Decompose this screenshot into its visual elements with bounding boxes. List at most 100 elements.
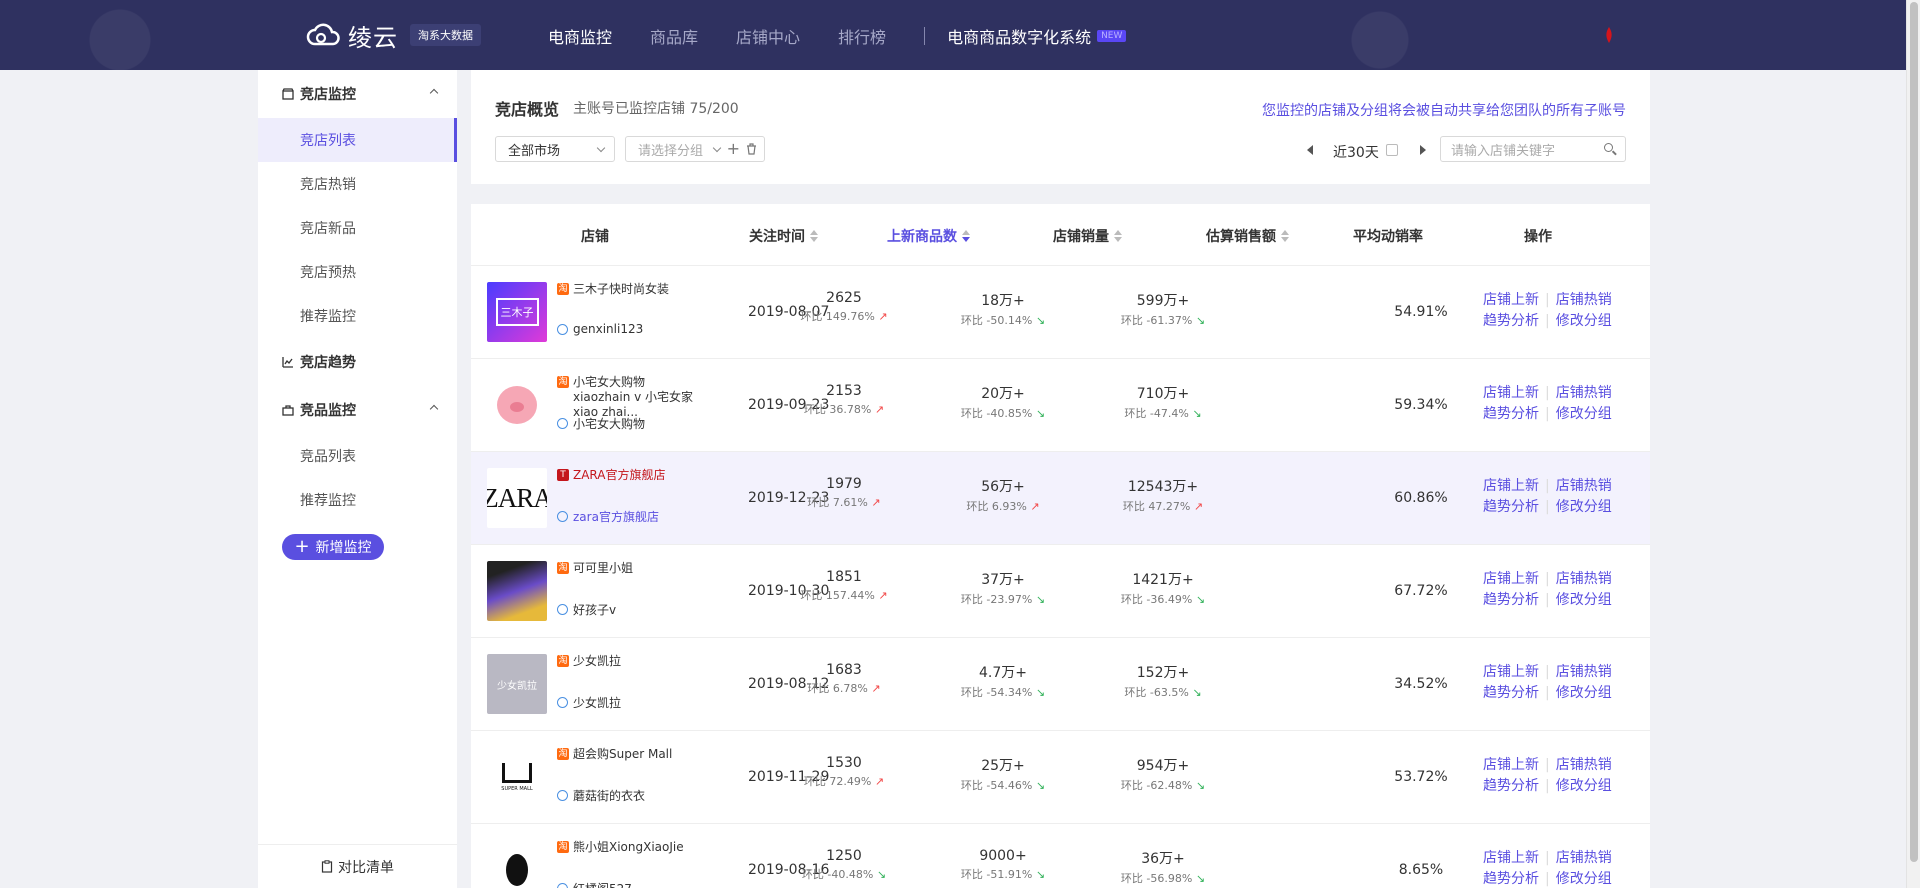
table-row[interactable]: 淘可可里小姐 好孩子v 2019-10-30 1851 环比 157.44% ↗ 37万+…: [471, 545, 1650, 638]
col-shop-sales[interactable]: 店铺销量: [1053, 226, 1122, 246]
shop-name[interactable]: 淘可可里小姐: [557, 561, 705, 576]
shop-new-link[interactable]: 店铺上新: [1483, 664, 1539, 680]
table-row[interactable]: ZARA T ZARA官方旗舰店 zara官方旗舰店 2019-12-23 1979 环比 …: [471, 452, 1650, 545]
edit-group-link[interactable]: 修改分组: [1556, 499, 1612, 515]
sort-desc-icon[interactable]: [962, 230, 970, 242]
sidebar-item-product-recommend[interactable]: 推荐监控: [258, 478, 457, 522]
trend-analysis-link[interactable]: 趋势分析: [1483, 592, 1539, 608]
shop-name[interactable]: 淘熊小姐XiongXiaoJie: [557, 840, 705, 855]
wangwang-icon[interactable]: [557, 697, 568, 708]
page-scrollbar[interactable]: [1906, 0, 1920, 888]
shop-logo[interactable]: [487, 840, 547, 888]
sidebar-item-product-list[interactable]: 竞品列表: [258, 434, 457, 478]
sort-icon[interactable]: [1281, 230, 1289, 242]
add-group-icon[interactable]: +: [727, 139, 740, 158]
edit-group-link[interactable]: 修改分组: [1556, 871, 1612, 887]
chevron-up-icon[interactable]: [429, 88, 439, 98]
trend-analysis-link[interactable]: 趋势分析: [1483, 871, 1539, 887]
table-row[interactable]: SUPER MALL 淘超会购Super Mall 蘑菇街的衣衣 2019-11-29…: [471, 731, 1650, 824]
edit-group-link[interactable]: 修改分组: [1556, 313, 1612, 329]
trend-analysis-link[interactable]: 趋势分析: [1483, 406, 1539, 422]
edit-group-link[interactable]: 修改分组: [1556, 406, 1612, 422]
notification-icon[interactable]: [1604, 26, 1614, 44]
sidebar-group-product-monitor[interactable]: 竞品监控: [258, 386, 457, 434]
col-follow-time[interactable]: 关注时间: [749, 226, 818, 246]
nav-ranking[interactable]: 排行榜: [838, 24, 886, 48]
sidebar-item-recommend-monitor[interactable]: 推荐监控: [258, 294, 457, 338]
shop-new-link[interactable]: 店铺上新: [1483, 385, 1539, 401]
shop-logo[interactable]: ZARA: [487, 468, 547, 528]
nav-ecommerce-monitor[interactable]: 电商监控: [548, 24, 612, 48]
shop-logo[interactable]: [487, 561, 547, 621]
shop-hot-link[interactable]: 店铺热销: [1556, 850, 1612, 866]
col-new-products[interactable]: 上新商品数: [887, 226, 970, 246]
sidebar-group-shop-trend[interactable]: 竞店趋势: [258, 338, 457, 386]
trash-icon[interactable]: [746, 143, 757, 155]
wangwang-icon[interactable]: [557, 323, 568, 335]
wangwang-icon[interactable]: [557, 511, 568, 522]
market-select[interactable]: 全部市场: [495, 136, 615, 162]
trend-analysis-link[interactable]: 趋势分析: [1483, 685, 1539, 701]
add-monitor-button[interactable]: + 新增监控: [282, 534, 384, 560]
calendar-icon[interactable]: [1386, 144, 1398, 156]
shop-name[interactable]: 淘少女凯拉: [557, 654, 705, 669]
shop-hot-link[interactable]: 店铺热销: [1556, 478, 1612, 494]
shop-name[interactable]: 淘超会购Super Mall: [557, 747, 705, 762]
shop-name[interactable]: 淘小宅女大购物 xiaozhain v 小宅女家 xiao zhai...: [557, 375, 705, 420]
trend-analysis-link[interactable]: 趋势分析: [1483, 778, 1539, 794]
scrollbar-thumb[interactable]: [1910, 2, 1918, 862]
wangwang-icon[interactable]: [557, 418, 568, 429]
shop-logo[interactable]: 少女凯拉: [487, 654, 547, 714]
shop-name[interactable]: 淘三木子快时尚女装: [557, 282, 705, 297]
shop-hot-link[interactable]: 店铺热销: [1556, 664, 1612, 680]
edit-group-link[interactable]: 修改分组: [1556, 685, 1612, 701]
trend-analysis-link[interactable]: 趋势分析: [1483, 313, 1539, 329]
chevron-up-icon[interactable]: [429, 404, 439, 414]
shop-new-link[interactable]: 店铺上新: [1483, 850, 1539, 866]
plus-icon: +: [294, 536, 310, 557]
prev-range-icon[interactable]: [1307, 145, 1313, 155]
shop-new-link[interactable]: 店铺上新: [1483, 757, 1539, 773]
sidebar-item-shop-hot[interactable]: 竞店热销: [258, 162, 457, 206]
wangwang-icon[interactable]: [557, 604, 568, 615]
shop-new-link[interactable]: 店铺上新: [1483, 292, 1539, 308]
shop-hot-link[interactable]: 店铺热销: [1556, 571, 1612, 587]
shop-name[interactable]: T ZARA官方旗舰店: [557, 468, 705, 483]
shop-new-link[interactable]: 店铺上新: [1483, 571, 1539, 587]
edit-group-link[interactable]: 修改分组: [1556, 778, 1612, 794]
shop-hot-link[interactable]: 店铺热销: [1556, 757, 1612, 773]
search-icon[interactable]: [1604, 143, 1613, 152]
sort-icon[interactable]: [810, 230, 818, 242]
logo[interactable]: 绫云 淘系大数据: [306, 20, 481, 52]
wangwang-icon[interactable]: [557, 790, 568, 801]
sort-icon[interactable]: [1114, 230, 1122, 242]
group-select[interactable]: 请选择分组 +: [625, 136, 765, 162]
next-range-icon[interactable]: [1420, 145, 1426, 155]
date-range[interactable]: 近30天: [1333, 142, 1379, 162]
shop-logo[interactable]: [487, 375, 547, 435]
col-est-revenue[interactable]: 估算销售额: [1206, 226, 1289, 246]
table-row[interactable]: 淘熊小姐XiongXiaoJie红橘阁5272019-08-161250环比 -…: [471, 824, 1650, 888]
compare-list-button[interactable]: 对比清单: [258, 844, 457, 888]
table-row[interactable]: 淘小宅女大购物 xiaozhain v 小宅女家 xiao zhai... 小宅女…: [471, 359, 1650, 452]
nav-product-library[interactable]: 商品库: [650, 24, 698, 48]
edit-group-link[interactable]: 修改分组: [1556, 592, 1612, 608]
sidebar-item-shop-new[interactable]: 竞店新品: [258, 206, 457, 250]
sidebar-item-shop-list[interactable]: 竞店列表: [258, 118, 457, 162]
sidebar-item-shop-preheat[interactable]: 竞店预热: [258, 250, 457, 294]
share-note[interactable]: 您监控的店铺及分组将会被自动共享给您团队的所有子账号: [1262, 100, 1626, 120]
shop-hot-link[interactable]: 店铺热销: [1556, 292, 1612, 308]
sell-through-rate: 34.52%: [1394, 676, 1448, 692]
sidebar-group-shop-monitor[interactable]: 竞店监控: [258, 70, 457, 118]
shop-search-input[interactable]: 请输入店铺关键字: [1440, 136, 1626, 162]
trend-analysis-link[interactable]: 趋势分析: [1483, 499, 1539, 515]
shop-logo[interactable]: SUPER MALL: [487, 747, 547, 807]
shop-logo[interactable]: 三木子: [487, 282, 547, 342]
table-row[interactable]: 三木子淘三木子快时尚女装 genxinli123 2019-08-07 2625 环比 …: [471, 266, 1650, 359]
nav-digital-system[interactable]: 电商商品数字化系统 NEW: [947, 24, 1127, 48]
nav-shop-center[interactable]: 店铺中心: [736, 24, 800, 48]
shop-hot-link[interactable]: 店铺热销: [1556, 385, 1612, 401]
shop-new-link[interactable]: 店铺上新: [1483, 478, 1539, 494]
table-row[interactable]: 少女凯拉淘少女凯拉 少女凯拉 2019-08-12 1683 环比 6.78% ↗ 4.7…: [471, 638, 1650, 731]
wangwang-icon[interactable]: [557, 883, 568, 888]
